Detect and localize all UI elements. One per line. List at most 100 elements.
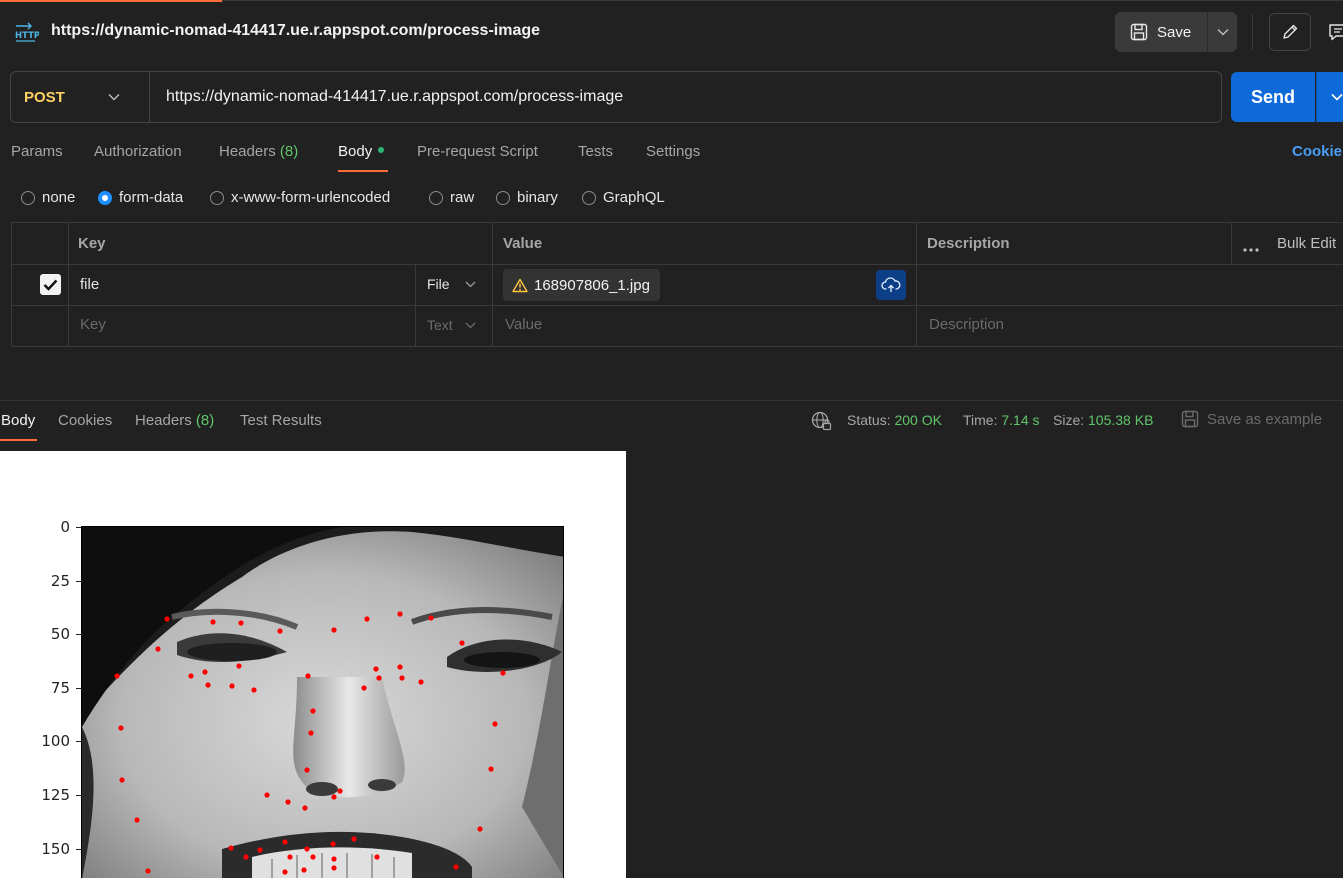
- landmark-point: [264, 792, 270, 798]
- network-globe-icon[interactable]: [811, 411, 832, 435]
- landmark-point: [428, 615, 434, 621]
- url-input[interactable]: https://dynamic-nomad-414417.ue.r.appspo…: [166, 88, 623, 106]
- landmark-point: [397, 664, 403, 670]
- radio-circle: [429, 190, 443, 205]
- tab-strip-border: [222, 0, 1343, 1]
- landmark-point: [304, 846, 310, 852]
- radio-graphql-label: GraphQL: [603, 189, 665, 206]
- column-header-description: Description: [927, 235, 1010, 252]
- save-as-example-button[interactable]: Save as example: [1181, 410, 1322, 428]
- method-label: POST: [24, 88, 65, 106]
- tab-body[interactable]: Body: [338, 143, 385, 160]
- row-type-select[interactable]: File: [427, 276, 476, 292]
- radio-circle: [582, 190, 596, 205]
- radio-circle: [496, 190, 510, 205]
- landmark-point: [301, 867, 307, 873]
- save-button[interactable]: Save: [1115, 12, 1207, 52]
- landmark-point: [155, 646, 161, 652]
- response-tab-headers[interactable]: Headers (8): [135, 412, 214, 429]
- tab-headers[interactable]: Headers (8): [219, 143, 298, 160]
- radio-urlencoded[interactable]: x-www-form-urlencoded: [210, 189, 390, 206]
- table-divider: [1231, 222, 1232, 264]
- chevron-down-icon: [1217, 29, 1228, 36]
- response-tab-body[interactable]: Body: [1, 412, 35, 429]
- landmark-point: [310, 708, 316, 714]
- y-tick-label: 50: [50, 625, 70, 644]
- response-tab-test-results[interactable]: Test Results: [240, 412, 322, 429]
- landmark-point: [488, 766, 494, 772]
- new-value-input[interactable]: Value: [505, 316, 542, 333]
- radio-circle: [21, 190, 35, 205]
- file-chip[interactable]: 168907806_1.jpg: [503, 269, 660, 301]
- radio-form-data[interactable]: form-data: [98, 189, 183, 206]
- new-type-label: Text: [427, 317, 453, 333]
- save-options-button[interactable]: [1207, 12, 1237, 52]
- landmark-point: [188, 673, 194, 679]
- radio-binary[interactable]: binary: [496, 189, 558, 206]
- landmark-point: [351, 836, 357, 842]
- landmark-point: [477, 826, 483, 832]
- status-readout: Status: 200 OK: [847, 412, 942, 428]
- tab-params[interactable]: Params: [11, 143, 63, 160]
- landmark-point: [210, 619, 216, 625]
- new-key-input[interactable]: Key: [80, 316, 106, 333]
- send-options-button[interactable]: [1316, 72, 1343, 122]
- size-label: Size:: [1053, 412, 1085, 428]
- tab-headers-label: Headers: [219, 143, 276, 160]
- active-tab-indicator: [0, 0, 222, 2]
- cloud-upload-button[interactable]: [876, 270, 906, 300]
- new-description-input[interactable]: Description: [929, 316, 1004, 333]
- cookies-link[interactable]: Cookie: [1292, 143, 1342, 160]
- radio-graphql[interactable]: GraphQL: [582, 189, 665, 206]
- pencil-icon: [1283, 24, 1298, 39]
- response-tab-cookies[interactable]: Cookies: [58, 412, 112, 429]
- landmark-point: [282, 869, 288, 875]
- bulk-edit-button[interactable]: Bulk Edit: [1277, 235, 1336, 252]
- more-options-icon[interactable]: [1243, 240, 1259, 257]
- row-enabled-checkbox[interactable]: [40, 274, 61, 295]
- y-tick-label: 25: [50, 571, 70, 590]
- landmark-point: [243, 854, 249, 860]
- tab-settings[interactable]: Settings: [646, 143, 700, 160]
- url-separator: [149, 72, 150, 122]
- landmark-point: [331, 856, 337, 862]
- landmark-point: [364, 616, 370, 622]
- tab-tests[interactable]: Tests: [578, 143, 613, 160]
- request-title[interactable]: https://dynamic-nomad-414417.ue.r.appspo…: [51, 22, 540, 40]
- size-readout[interactable]: Size: 105.38 KB: [1053, 412, 1153, 428]
- radio-raw[interactable]: raw: [429, 189, 474, 206]
- time-readout[interactable]: Time: 7.14 s: [963, 412, 1040, 428]
- radio-none[interactable]: none: [21, 189, 75, 206]
- time-label: Time:: [963, 412, 998, 428]
- landmark-point: [114, 673, 120, 679]
- form-data-table: [11, 222, 1343, 347]
- landmark-point: [330, 841, 336, 847]
- tab-authorization[interactable]: Authorization: [94, 143, 182, 160]
- status-label: Status:: [847, 412, 891, 428]
- row-key-input[interactable]: file: [80, 276, 99, 293]
- landmark-point: [251, 687, 257, 693]
- chevron-down-icon: [1330, 93, 1343, 101]
- save-icon: [1181, 410, 1199, 428]
- column-header-value: Value: [503, 235, 543, 252]
- radio-raw-label: raw: [450, 189, 475, 206]
- save-label: Save: [1157, 23, 1192, 41]
- radio-form-data-label: form-data: [119, 189, 184, 206]
- new-type-select[interactable]: Text: [427, 317, 476, 333]
- method-select[interactable]: POST: [10, 71, 140, 123]
- landmark-point: [205, 682, 211, 688]
- comments-button[interactable]: [1318, 13, 1343, 51]
- comment-icon: [1329, 24, 1343, 41]
- landmark-point: [337, 788, 343, 794]
- landmark-point: [145, 868, 151, 874]
- y-tick-label: 150: [41, 839, 70, 858]
- landmark-point: [459, 640, 465, 646]
- landmark-point: [277, 628, 283, 634]
- table-divider: [492, 222, 493, 347]
- edit-button[interactable]: [1269, 13, 1311, 51]
- column-header-key: Key: [78, 235, 106, 252]
- send-button[interactable]: Send: [1231, 72, 1315, 122]
- landmark-point: [257, 847, 263, 853]
- radio-circle-selected: [98, 190, 112, 205]
- tab-prerequest-script[interactable]: Pre-request Script: [417, 143, 538, 160]
